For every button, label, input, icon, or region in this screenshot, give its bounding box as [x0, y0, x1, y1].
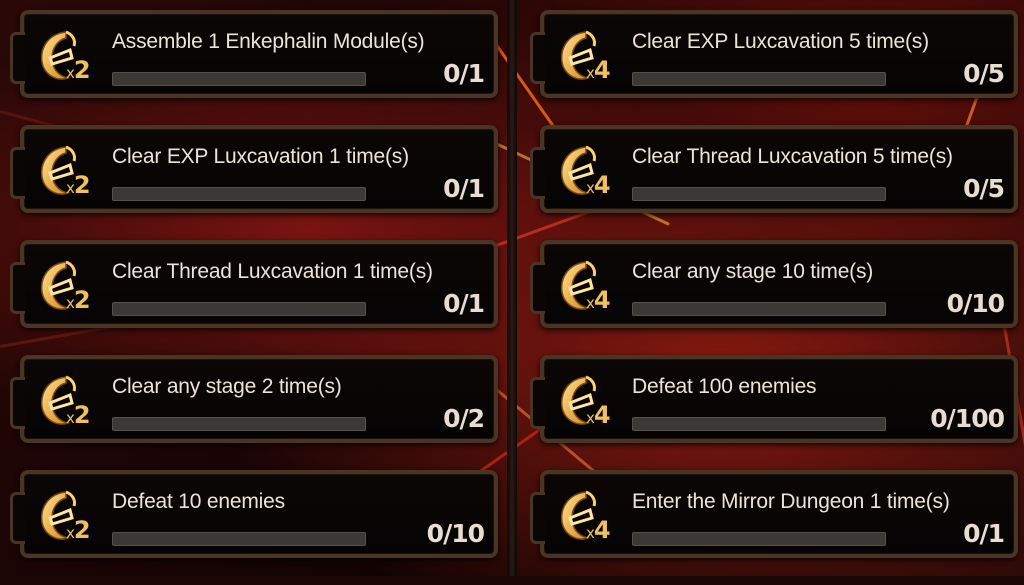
reward-count: 4 [593, 171, 611, 199]
mission-title: Assemble 1 Enkephalin Module(s) [112, 30, 425, 53]
mission-card[interactable]: x4 Clear Thread Luxcavation 5 time(s) 0/… [530, 125, 1018, 213]
multiplier-symbol: x [586, 294, 595, 312]
multiplier-symbol: x [66, 179, 75, 197]
mission-progress-count: 0/10 [426, 519, 485, 548]
mission-progress-count: 0/1 [963, 519, 1005, 548]
mission-progress-bar [112, 187, 366, 201]
reward: x4 [556, 371, 628, 433]
reward: x2 [36, 26, 108, 88]
reward-multiplier: x4 [586, 286, 611, 314]
reward-multiplier: x2 [66, 56, 91, 84]
mission-card[interactable]: x2 Clear EXP Luxcavation 1 time(s) 0/1 [10, 125, 498, 213]
mission-title: Clear Thread Luxcavation 1 time(s) [112, 260, 433, 283]
mission-card[interactable]: x4 Clear EXP Luxcavation 5 time(s) 0/5 [530, 10, 1018, 98]
mission-progress-count: 0/100 [930, 404, 1005, 433]
reward-count: 2 [73, 401, 91, 429]
mission-progress-count: 0/5 [963, 174, 1005, 203]
mission-title: Defeat 100 enemies [632, 375, 817, 398]
multiplier-symbol: x [586, 64, 595, 82]
panel-divider [507, 0, 517, 576]
reward: x4 [556, 256, 628, 318]
mission-progress-bar [112, 302, 366, 316]
reward-multiplier: x2 [66, 516, 91, 544]
multiplier-symbol: x [586, 524, 595, 542]
mission-title: Clear any stage 2 time(s) [112, 375, 342, 398]
mission-column-right: x4 Clear EXP Luxcavation 5 time(s) 0/5 x… [530, 10, 1018, 585]
mission-progress-bar [632, 187, 886, 201]
reward-count: 4 [593, 286, 611, 314]
reward: x4 [556, 486, 628, 548]
multiplier-symbol: x [66, 524, 75, 542]
multiplier-symbol: x [66, 64, 75, 82]
mission-card[interactable]: x4 Defeat 100 enemies 0/100 [530, 355, 1018, 443]
mission-title: Clear EXP Luxcavation 1 time(s) [112, 145, 409, 168]
mission-title: Clear Thread Luxcavation 5 time(s) [632, 145, 953, 168]
mission-title: Clear any stage 10 time(s) [632, 260, 874, 283]
mission-progress-bar [632, 302, 886, 316]
mission-card[interactable]: x2 Assemble 1 Enkephalin Module(s) 0/1 [10, 10, 498, 98]
reward: x4 [556, 141, 628, 203]
reward-multiplier: x4 [586, 56, 611, 84]
reward-count: 2 [73, 286, 91, 314]
reward-count: 4 [593, 516, 611, 544]
reward-count: 2 [73, 516, 91, 544]
reward-count: 2 [73, 56, 91, 84]
reward-count: 2 [73, 171, 91, 199]
mission-progress-bar [632, 417, 886, 431]
reward-count: 4 [593, 401, 611, 429]
reward-multiplier: x4 [586, 516, 611, 544]
mission-progress-count: 0/1 [443, 59, 485, 88]
reward: x4 [556, 26, 628, 88]
multiplier-symbol: x [66, 409, 75, 427]
mission-progress-count: 0/1 [443, 289, 485, 318]
mission-progress-count: 0/10 [946, 289, 1005, 318]
mission-progress-bar [112, 417, 366, 431]
reward: x2 [36, 371, 108, 433]
reward-count: 4 [593, 56, 611, 84]
multiplier-symbol: x [66, 294, 75, 312]
reward: x2 [36, 256, 108, 318]
reward-multiplier: x2 [66, 401, 91, 429]
reward-multiplier: x2 [66, 171, 91, 199]
mission-card[interactable]: x2 Clear Thread Luxcavation 1 time(s) 0/… [10, 240, 498, 328]
mission-progress-count: 0/5 [963, 59, 1005, 88]
mission-progress-bar [632, 532, 886, 546]
reward-multiplier: x4 [586, 171, 611, 199]
reward-multiplier: x4 [586, 401, 611, 429]
mission-title: Defeat 10 enemies [112, 490, 285, 513]
reward: x2 [36, 141, 108, 203]
mission-progress-bar [632, 72, 886, 86]
mission-card[interactable]: x4 Clear any stage 10 time(s) 0/10 [530, 240, 1018, 328]
mission-title: Enter the Mirror Dungeon 1 time(s) [632, 490, 950, 513]
multiplier-symbol: x [586, 409, 595, 427]
mission-card[interactable]: x2 Clear any stage 2 time(s) 0/2 [10, 355, 498, 443]
mission-progress-count: 0/1 [443, 174, 485, 203]
mission-card[interactable]: x2 Defeat 10 enemies 0/10 [10, 470, 498, 558]
mission-column-left: x2 Assemble 1 Enkephalin Module(s) 0/1 x… [10, 10, 498, 585]
mission-title: Clear EXP Luxcavation 5 time(s) [632, 30, 929, 53]
mission-progress-count: 0/2 [443, 404, 485, 433]
multiplier-symbol: x [586, 179, 595, 197]
mission-card[interactable]: x4 Enter the Mirror Dungeon 1 time(s) 0/… [530, 470, 1018, 558]
mission-progress-bar [112, 532, 366, 546]
mission-progress-bar [112, 72, 366, 86]
reward: x2 [36, 486, 108, 548]
reward-multiplier: x2 [66, 286, 91, 314]
